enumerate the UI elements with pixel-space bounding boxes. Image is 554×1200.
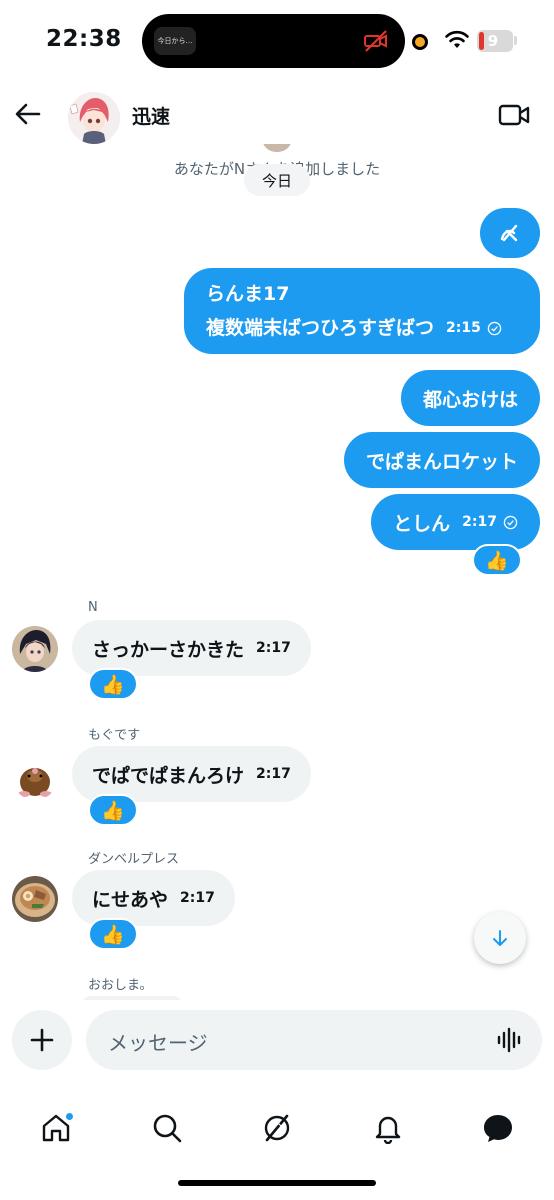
grok-icon <box>264 1114 290 1142</box>
outgoing-message[interactable]: 都心おけは <box>400 370 540 426</box>
sent-check-icon <box>487 321 502 335</box>
search-icon <box>153 1114 182 1143</box>
arrow-down-icon <box>493 930 507 946</box>
contact-name[interactable]: 迅速 <box>132 102 170 129</box>
message-list[interactable]: あなたがNさんを追加しました 今日 らんま17 複数端末ばつひろすぎばつ 2:1… <box>0 144 554 1000</box>
thumbs-up-icon: 👍 <box>485 549 509 572</box>
plus-icon <box>30 1028 54 1052</box>
message-composer: メッセージ <box>0 1000 554 1080</box>
messages-icon <box>484 1115 512 1142</box>
sender-name: N <box>88 600 98 615</box>
voice-message-icon[interactable] <box>496 1026 524 1054</box>
status-time: 22:38 <box>46 26 122 52</box>
message-text: にせあや <box>92 888 169 911</box>
dynamic-island[interactable]: 今日から… <box>142 14 405 68</box>
battery-percent: 9 <box>487 32 499 50</box>
reaction-badge[interactable]: 👍 <box>88 668 138 700</box>
sender-avatar[interactable] <box>12 876 58 922</box>
sender-name: おおしま。 <box>88 978 153 993</box>
message-time: 2:17 <box>180 890 215 906</box>
back-button[interactable] <box>10 96 46 132</box>
reaction-badge[interactable]: 👍 <box>472 544 522 576</box>
tab-messages[interactable] <box>470 1100 526 1156</box>
tab-grok[interactable] <box>249 1100 305 1156</box>
bell-icon <box>375 1116 401 1144</box>
scroll-to-bottom-button[interactable] <box>474 912 526 964</box>
island-thumbnail: 今日から… <box>154 27 196 55</box>
message-text: でぱまんロケット <box>365 450 518 473</box>
unread-dot <box>65 1112 74 1121</box>
anime-girl-avatar-icon <box>68 92 120 144</box>
reaction-badge[interactable]: 👍 <box>88 918 138 950</box>
contact-avatar[interactable] <box>68 92 120 144</box>
message-text: さっかーさかきた <box>92 638 245 661</box>
add-attachment-button[interactable] <box>12 1010 72 1070</box>
outgoing-message[interactable]: としん 2:17 <box>371 494 540 550</box>
tab-notifications[interactable] <box>360 1100 416 1156</box>
message-time: 2:17 <box>256 766 291 782</box>
muted-video-icon <box>364 30 387 52</box>
new-member-avatar <box>262 144 292 152</box>
outgoing-call-bubble[interactable] <box>480 208 540 258</box>
video-call-button[interactable] <box>494 98 534 132</box>
sent-check-icon <box>503 515 518 529</box>
message-text: 都心おけは <box>422 388 518 411</box>
thumbs-up-icon: 👍 <box>101 923 125 946</box>
missed-call-icon <box>500 224 518 242</box>
arrow-left-icon <box>15 103 41 125</box>
message-time: 2:17 <box>462 514 497 530</box>
message-text: でぱでぱまんろけ <box>92 764 245 787</box>
tab-home[interactable] <box>28 1100 84 1156</box>
sender-name: もぐです <box>88 728 141 743</box>
ramen-bowl-avatar-icon <box>12 876 58 922</box>
message-input[interactable]: メッセージ <box>86 1010 542 1070</box>
thumbs-up-icon: 👍 <box>101 673 125 696</box>
date-divider: 今日 <box>244 164 310 196</box>
tab-search[interactable] <box>139 1100 195 1156</box>
sender-name: ダンベルプレス <box>88 852 180 867</box>
message-time: 2:15 <box>446 320 481 336</box>
bottom-tab-bar <box>0 1080 554 1200</box>
dark-hair-character-avatar-icon <box>12 626 58 672</box>
mole-avatar-icon <box>12 754 58 800</box>
message-time: 2:17 <box>256 640 291 656</box>
thumbs-up-icon: 👍 <box>101 799 125 822</box>
chat-header: 迅速 <box>0 84 554 144</box>
wifi-icon <box>445 30 469 48</box>
battery-tip <box>514 36 517 45</box>
message-input-placeholder: メッセージ <box>108 1031 208 1055</box>
sender-avatar[interactable] <box>12 626 58 672</box>
message-text-line: らんま17 <box>206 283 290 305</box>
outgoing-message[interactable]: でぱまんロケット <box>343 432 540 488</box>
recording-indicator <box>412 34 428 50</box>
incoming-message[interactable]: にせあや 2:17 <box>72 870 235 926</box>
video-camera-icon <box>498 104 530 126</box>
reaction-badge[interactable]: 👍 <box>88 794 138 826</box>
battery-icon: 9 <box>477 30 513 52</box>
message-text-line: 複数端末ばつひろすぎばつ <box>206 317 435 339</box>
outgoing-message[interactable]: らんま17 複数端末ばつひろすぎばつ 2:15 <box>184 268 540 354</box>
sender-avatar[interactable] <box>12 754 58 800</box>
home-indicator <box>178 1180 376 1186</box>
message-text: としん <box>393 512 451 535</box>
status-bar: 22:38 今日から… 9 <box>0 0 554 84</box>
